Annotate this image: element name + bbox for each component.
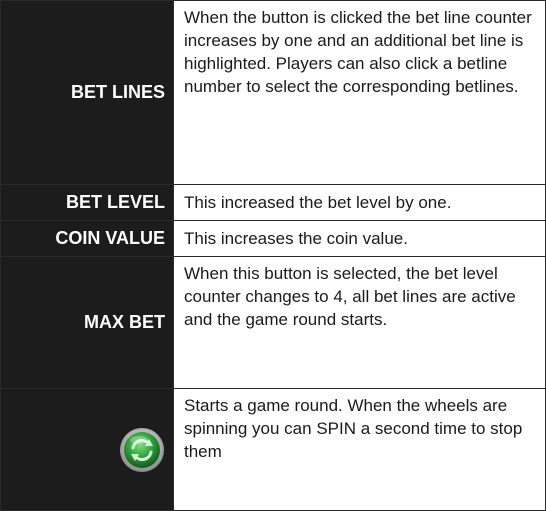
row-description-coin-value: This increases the coin value. [173, 220, 546, 257]
row-description-bet-level: This increased the bet level by one. [173, 184, 546, 221]
row-label-spin [0, 388, 174, 511]
row-description-max-bet: When this button is selected, the bet le… [173, 256, 546, 389]
help-table: BET LINES When the button is clicked the… [0, 0, 546, 511]
table-row: MAX BET When this button is selected, th… [0, 256, 546, 389]
spin-button-icon [120, 427, 164, 472]
row-description-spin: Starts a game round. When the wheels are… [173, 388, 546, 511]
row-description-bet-lines: When the button is clicked the bet line … [173, 0, 546, 185]
table-row: BET LINES When the button is clicked the… [0, 0, 546, 185]
table-row: COIN VALUE This increases the coin value… [0, 220, 546, 257]
table-row: Starts a game round. When the wheels are… [0, 388, 546, 511]
table-row: BET LEVEL This increased the bet level b… [0, 184, 546, 221]
row-label-bet-level: BET LEVEL [0, 184, 174, 221]
row-label-coin-value: COIN VALUE [0, 220, 174, 257]
row-label-max-bet: MAX BET [0, 256, 174, 389]
row-label-bet-lines: BET LINES [0, 0, 174, 185]
